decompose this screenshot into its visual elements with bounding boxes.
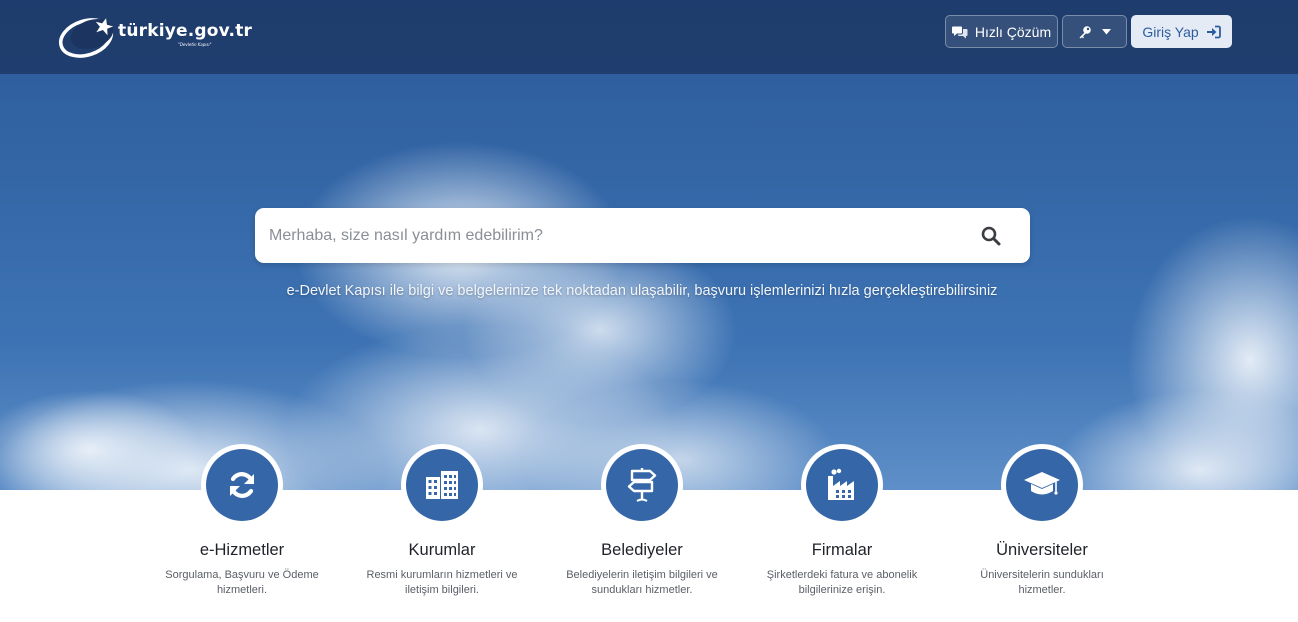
search-input[interactable] xyxy=(269,208,949,263)
category-description: Üniversitelerin sundukları hizmetler. xyxy=(980,569,1104,596)
category-title: Firmalar xyxy=(811,541,873,559)
chat-bubbles-icon xyxy=(951,26,968,38)
quick-access-dropdown[interactable] xyxy=(1062,15,1127,48)
category-title: Kurumlar xyxy=(408,541,476,559)
graduation-cap-icon xyxy=(1024,472,1060,495)
category-icon-circle xyxy=(201,444,283,526)
category-title: e-Hizmetler xyxy=(199,541,285,559)
category-icon-circle xyxy=(401,444,483,526)
category-description: Resmi kurumların hizmetleri ve iletişim … xyxy=(366,569,518,596)
category-icon-circle xyxy=(601,444,683,526)
search-box xyxy=(255,208,1030,263)
building-icon xyxy=(426,471,458,499)
category-title: Üniversiteler xyxy=(996,541,1088,559)
search-icon xyxy=(981,226,1001,246)
caret-down-icon xyxy=(1102,28,1111,34)
login-label: Giriş Yap xyxy=(1142,23,1199,40)
category-description: Belediyelerin iletişim bilgileri ve sund… xyxy=(566,569,718,596)
hero-tagline: e-Devlet Kapısı ile bilgi ve belgelerini… xyxy=(286,283,998,299)
crescent-star-icon xyxy=(58,18,114,58)
signpost-icon xyxy=(627,468,657,502)
top-navigation-bar: türkiye.gov.tr "Devletin Kapısı" Hızlı Ç… xyxy=(0,0,1298,74)
site-logo[interactable]: türkiye.gov.tr "Devletin Kapısı" xyxy=(56,12,266,60)
factory-icon xyxy=(828,468,854,500)
search-button[interactable] xyxy=(977,222,1005,250)
category-description: Sorgulama, Başvuru ve Ödeme hizmetleri. xyxy=(165,569,319,596)
quick-solution-button[interactable]: Hızlı Çözüm xyxy=(945,15,1058,48)
key-icon xyxy=(1079,25,1091,38)
refresh-icon xyxy=(229,472,255,498)
sign-in-icon xyxy=(1206,25,1221,38)
category-description: Şirketlerdeki fatura ve abonelik bilgile… xyxy=(766,569,918,596)
login-button[interactable]: Giriş Yap xyxy=(1131,15,1232,48)
category-icon-circle xyxy=(1001,444,1083,526)
quick-solution-label: Hızlı Çözüm xyxy=(974,23,1052,40)
logo-text: türkiye.gov.tr xyxy=(118,21,253,41)
logo-subtext: "Devletin Kapısı" xyxy=(178,42,212,47)
category-title: Belediyeler xyxy=(601,541,683,559)
category-list: e-Hizmetler Sorgulama, Başvuru ve Ödeme … xyxy=(0,444,1298,622)
category-icon-circle xyxy=(801,444,883,526)
